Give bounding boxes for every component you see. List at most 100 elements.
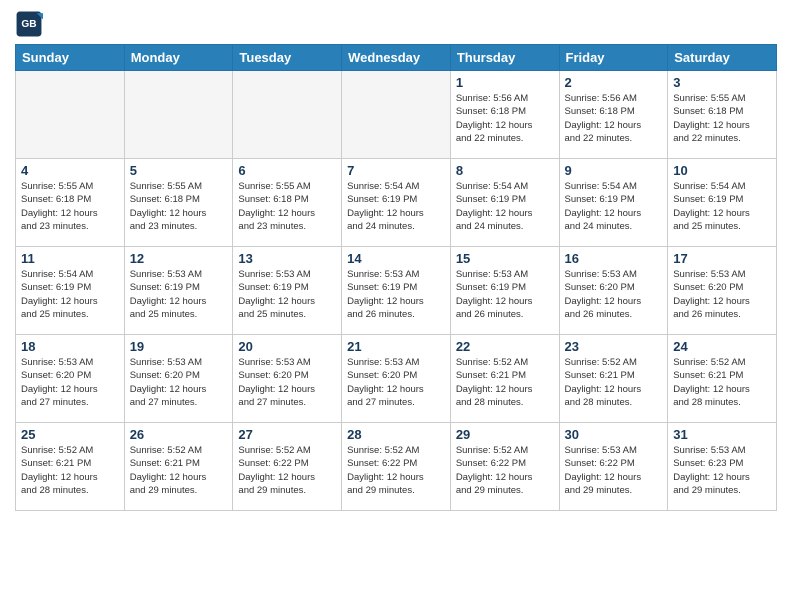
day-number: 18 — [21, 339, 119, 354]
calendar-cell: 6 Sunrise: 5:55 AMSunset: 6:18 PMDaylight… — [233, 159, 342, 247]
calendar-cell: 27 Sunrise: 5:52 AMSunset: 6:22 PMDayligh… — [233, 423, 342, 511]
day-info: Sunrise: 5:53 AMSunset: 6:20 PMDaylight:… — [130, 356, 228, 409]
day-number: 22 — [456, 339, 554, 354]
day-number: 6 — [238, 163, 336, 178]
day-info: Sunrise: 5:56 AMSunset: 6:18 PMDaylight:… — [565, 92, 663, 145]
calendar-cell: 12 Sunrise: 5:53 AMSunset: 6:19 PMDayligh… — [124, 247, 233, 335]
day-info: Sunrise: 5:53 AMSunset: 6:20 PMDaylight:… — [565, 268, 663, 321]
calendar-cell: 14 Sunrise: 5:53 AMSunset: 6:19 PMDayligh… — [342, 247, 451, 335]
day-number: 17 — [673, 251, 771, 266]
day-number: 12 — [130, 251, 228, 266]
day-number: 27 — [238, 427, 336, 442]
day-number: 21 — [347, 339, 445, 354]
day-info: Sunrise: 5:53 AMSunset: 6:20 PMDaylight:… — [347, 356, 445, 409]
day-number: 20 — [238, 339, 336, 354]
day-info: Sunrise: 5:53 AMSunset: 6:19 PMDaylight:… — [238, 268, 336, 321]
day-number: 7 — [347, 163, 445, 178]
calendar-cell: 21 Sunrise: 5:53 AMSunset: 6:20 PMDayligh… — [342, 335, 451, 423]
day-info: Sunrise: 5:55 AMSunset: 6:18 PMDaylight:… — [21, 180, 119, 233]
col-header-saturday: Saturday — [668, 45, 777, 71]
calendar-cell: 2 Sunrise: 5:56 AMSunset: 6:18 PMDaylight… — [559, 71, 668, 159]
day-number: 2 — [565, 75, 663, 90]
calendar-cell: 22Sunrise: 5:52 AMSunset: 6:21 PMDayligh… — [450, 335, 559, 423]
day-info: Sunrise: 5:53 AMSunset: 6:20 PMDaylight:… — [21, 356, 119, 409]
day-info: Sunrise: 5:53 AMSunset: 6:22 PMDaylight:… — [565, 444, 663, 497]
day-number: 25 — [21, 427, 119, 442]
calendar-cell: 13 Sunrise: 5:53 AMSunset: 6:19 PMDayligh… — [233, 247, 342, 335]
calendar-cell: 26Sunrise: 5:52 AMSunset: 6:21 PMDayligh… — [124, 423, 233, 511]
day-info: Sunrise: 5:54 AMSunset: 6:19 PMDaylight:… — [565, 180, 663, 233]
calendar-cell: 28Sunrise: 5:52 AMSunset: 6:22 PMDayligh… — [342, 423, 451, 511]
day-number: 11 — [21, 251, 119, 266]
day-info: Sunrise: 5:52 AMSunset: 6:22 PMDaylight:… — [456, 444, 554, 497]
day-number: 24 — [673, 339, 771, 354]
day-info: Sunrise: 5:55 AMSunset: 6:18 PMDaylight:… — [238, 180, 336, 233]
day-number: 19 — [130, 339, 228, 354]
day-number: 29 — [456, 427, 554, 442]
day-info: Sunrise: 5:52 AMSunset: 6:21 PMDaylight:… — [130, 444, 228, 497]
calendar-cell: 15 Sunrise: 5:53 AMSunset: 6:19 PMDayligh… — [450, 247, 559, 335]
calendar-cell: 18 Sunrise: 5:53 AMSunset: 6:20 PMDayligh… — [16, 335, 125, 423]
calendar-cell: 23 Sunrise: 5:52 AMSunset: 6:21 PMDayligh… — [559, 335, 668, 423]
calendar-cell — [124, 71, 233, 159]
week-row-4: 18 Sunrise: 5:53 AMSunset: 6:20 PMDayligh… — [16, 335, 777, 423]
calendar-cell: 31 Sunrise: 5:53 AMSunset: 6:23 PMDayligh… — [668, 423, 777, 511]
svg-text:GB: GB — [21, 19, 36, 30]
day-number: 3 — [673, 75, 771, 90]
calendar-cell: 7 Sunrise: 5:54 AMSunset: 6:19 PMDaylight… — [342, 159, 451, 247]
week-row-5: 25 Sunrise: 5:52 AMSunset: 6:21 PMDayligh… — [16, 423, 777, 511]
week-row-3: 11 Sunrise: 5:54 AMSunset: 6:19 PMDayligh… — [16, 247, 777, 335]
day-number: 1 — [456, 75, 554, 90]
day-info: Sunrise: 5:52 AMSunset: 6:22 PMDaylight:… — [238, 444, 336, 497]
calendar-cell: 29 Sunrise: 5:52 AMSunset: 6:22 PMDayligh… — [450, 423, 559, 511]
week-row-2: 4Sunrise: 5:55 AMSunset: 6:18 PMDaylight… — [16, 159, 777, 247]
day-info: Sunrise: 5:53 AMSunset: 6:20 PMDaylight:… — [238, 356, 336, 409]
day-info: Sunrise: 5:53 AMSunset: 6:19 PMDaylight:… — [456, 268, 554, 321]
col-header-wednesday: Wednesday — [342, 45, 451, 71]
calendar-cell: 10Sunrise: 5:54 AMSunset: 6:19 PMDayligh… — [668, 159, 777, 247]
calendar-cell: 1Sunrise: 5:56 AMSunset: 6:18 PMDaylight… — [450, 71, 559, 159]
calendar-cell: 20 Sunrise: 5:53 AMSunset: 6:20 PMDayligh… — [233, 335, 342, 423]
calendar-cell — [342, 71, 451, 159]
day-number: 14 — [347, 251, 445, 266]
day-number: 15 — [456, 251, 554, 266]
day-info: Sunrise: 5:54 AMSunset: 6:19 PMDaylight:… — [21, 268, 119, 321]
day-info: Sunrise: 5:55 AMSunset: 6:18 PMDaylight:… — [130, 180, 228, 233]
day-number: 28 — [347, 427, 445, 442]
calendar-cell: 17 Sunrise: 5:53 AMSunset: 6:20 PMDayligh… — [668, 247, 777, 335]
day-info: Sunrise: 5:53 AMSunset: 6:23 PMDaylight:… — [673, 444, 771, 497]
day-number: 23 — [565, 339, 663, 354]
day-info: Sunrise: 5:53 AMSunset: 6:20 PMDaylight:… — [673, 268, 771, 321]
calendar-cell: 3 Sunrise: 5:55 AMSunset: 6:18 PMDaylight… — [668, 71, 777, 159]
calendar: SundayMondayTuesdayWednesdayThursdayFrid… — [15, 44, 777, 511]
day-number: 16 — [565, 251, 663, 266]
calendar-cell: 4Sunrise: 5:55 AMSunset: 6:18 PMDaylight… — [16, 159, 125, 247]
day-number: 13 — [238, 251, 336, 266]
day-info: Sunrise: 5:52 AMSunset: 6:21 PMDaylight:… — [673, 356, 771, 409]
calendar-cell: 24 Sunrise: 5:52 AMSunset: 6:21 PMDayligh… — [668, 335, 777, 423]
calendar-cell: 16 Sunrise: 5:53 AMSunset: 6:20 PMDayligh… — [559, 247, 668, 335]
day-info: Sunrise: 5:54 AMSunset: 6:19 PMDaylight:… — [347, 180, 445, 233]
calendar-cell: 5 Sunrise: 5:55 AMSunset: 6:18 PMDaylight… — [124, 159, 233, 247]
col-header-sunday: Sunday — [16, 45, 125, 71]
day-info: Sunrise: 5:54 AMSunset: 6:19 PMDaylight:… — [456, 180, 554, 233]
col-header-tuesday: Tuesday — [233, 45, 342, 71]
day-info: Sunrise: 5:52 AMSunset: 6:21 PMDaylight:… — [21, 444, 119, 497]
day-info: Sunrise: 5:53 AMSunset: 6:19 PMDaylight:… — [130, 268, 228, 321]
calendar-cell: 11 Sunrise: 5:54 AMSunset: 6:19 PMDayligh… — [16, 247, 125, 335]
day-info: Sunrise: 5:53 AMSunset: 6:19 PMDaylight:… — [347, 268, 445, 321]
day-info: Sunrise: 5:55 AMSunset: 6:18 PMDaylight:… — [673, 92, 771, 145]
col-header-thursday: Thursday — [450, 45, 559, 71]
day-number: 5 — [130, 163, 228, 178]
day-info: Sunrise: 5:54 AMSunset: 6:19 PMDaylight:… — [673, 180, 771, 233]
col-header-monday: Monday — [124, 45, 233, 71]
day-number: 8 — [456, 163, 554, 178]
calendar-cell — [233, 71, 342, 159]
calendar-cell: 19 Sunrise: 5:53 AMSunset: 6:20 PMDayligh… — [124, 335, 233, 423]
day-info: Sunrise: 5:52 AMSunset: 6:21 PMDaylight:… — [565, 356, 663, 409]
week-row-1: 1 Sunrise: 5:56 AMSunset: 6:18 PMDaylight… — [16, 71, 777, 159]
calendar-cell — [16, 71, 125, 159]
day-number: 31 — [673, 427, 771, 442]
logo: GB — [15, 10, 47, 38]
calendar-cell: 25 Sunrise: 5:52 AMSunset: 6:21 PMDayligh… — [16, 423, 125, 511]
